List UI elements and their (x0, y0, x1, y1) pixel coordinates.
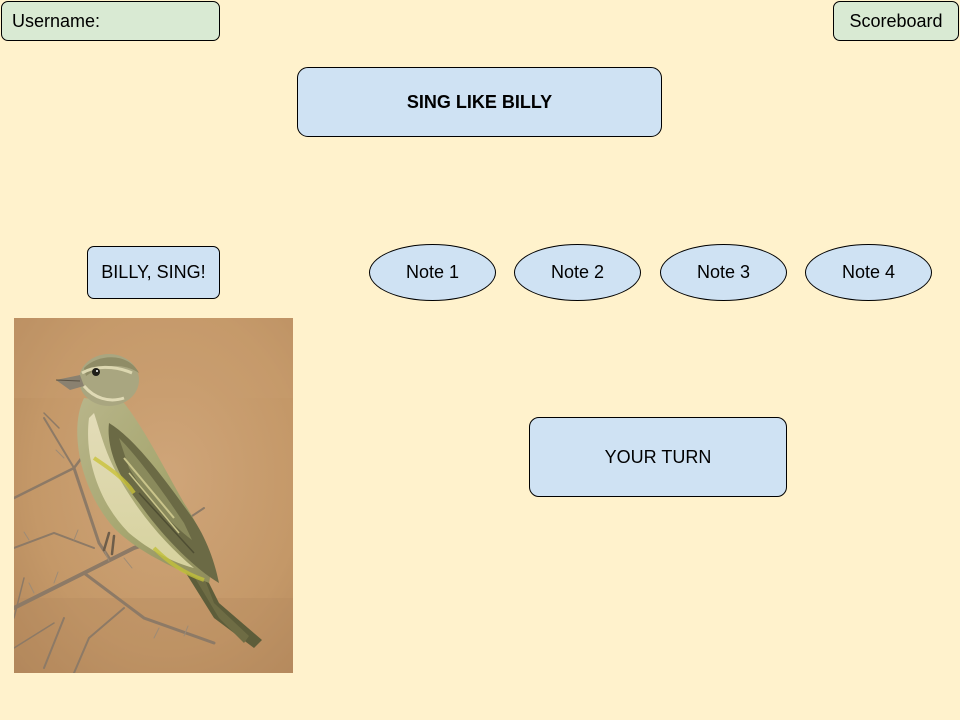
billy-sing-button[interactable]: BILLY, SING! (87, 246, 220, 299)
note-4-label: Note 4 (841, 262, 896, 282)
note-3-label: Note 3 (696, 262, 751, 282)
note-1-label: Note 1 (405, 262, 460, 282)
note-1-button[interactable]: Note 1 (369, 244, 496, 301)
username-field[interactable]: Username: (1, 1, 220, 41)
note-2-label: Note 2 (550, 262, 605, 282)
your-turn-label: YOUR TURN (604, 446, 712, 467)
scoreboard-label: Scoreboard (849, 10, 943, 31)
scoreboard-button[interactable]: Scoreboard (833, 1, 959, 41)
note-2-button[interactable]: Note 2 (514, 244, 641, 301)
note-3-button[interactable]: Note 3 (660, 244, 787, 301)
page-title: SING LIKE BILLY (297, 67, 662, 137)
bird-illustration (14, 318, 293, 673)
bird-image (14, 318, 293, 673)
billy-sing-label: BILLY, SING! (101, 262, 206, 282)
username-label: Username: (12, 10, 101, 31)
page-title-text: SING LIKE BILLY (406, 91, 553, 112)
note-4-button[interactable]: Note 4 (805, 244, 932, 301)
your-turn-button[interactable]: YOUR TURN (529, 417, 787, 497)
